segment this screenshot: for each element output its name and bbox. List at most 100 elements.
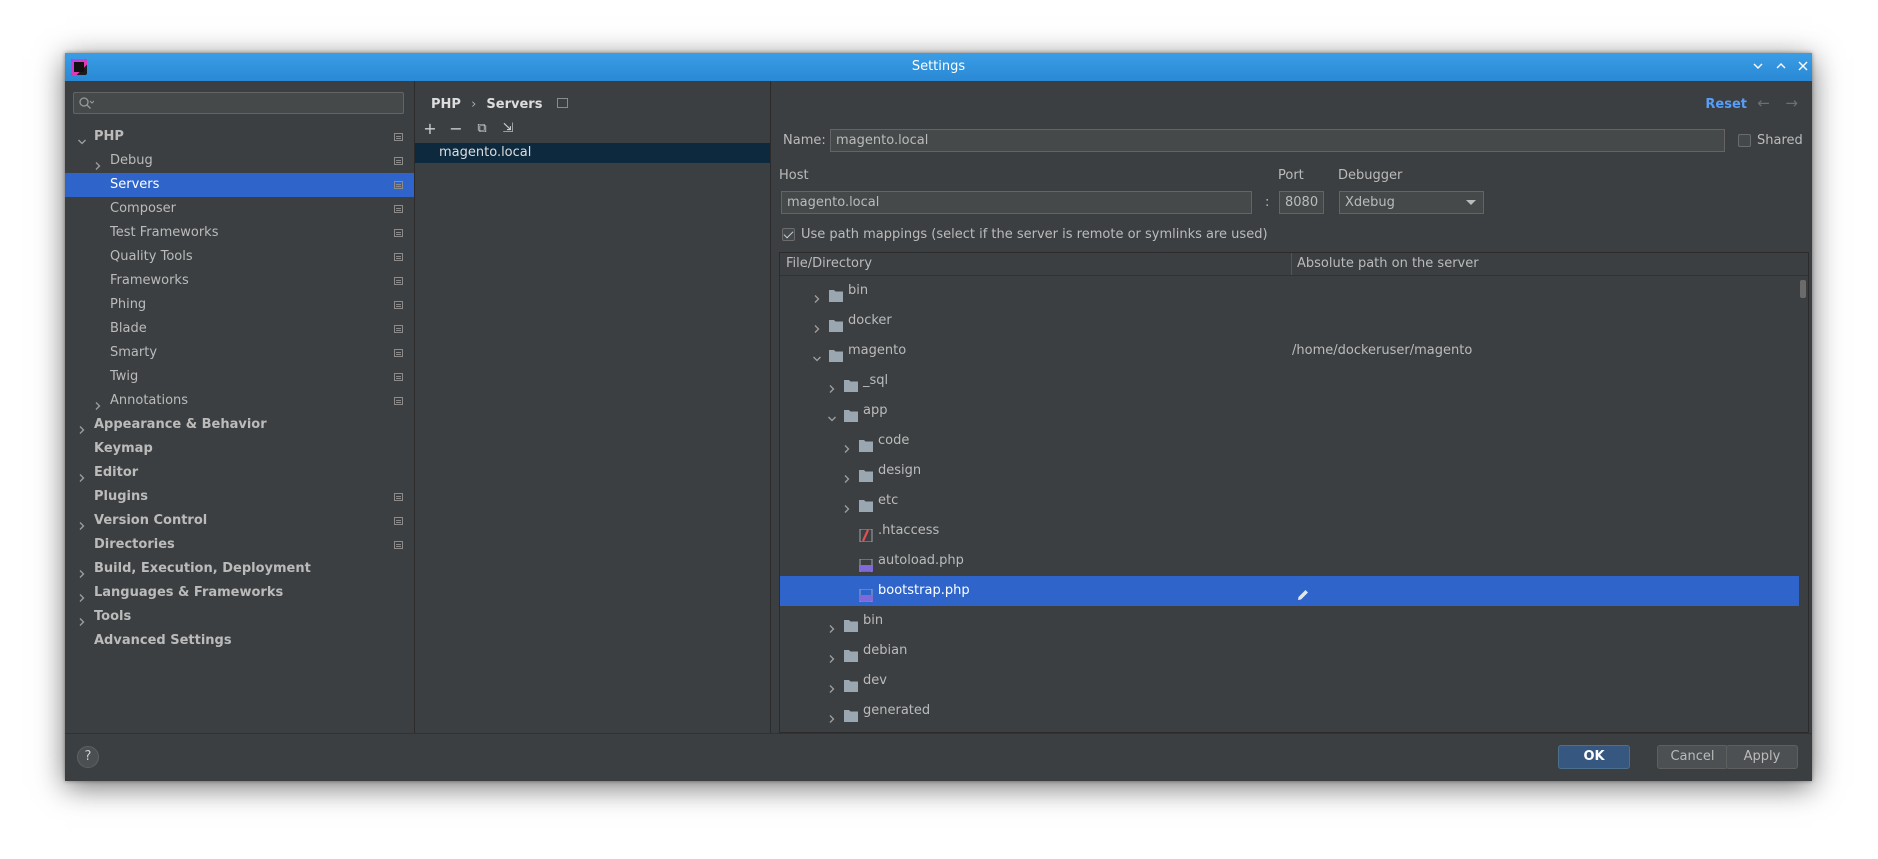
chevron-right-icon[interactable]: [77, 581, 89, 605]
column-header-path[interactable]: Absolute path on the server: [1297, 256, 1479, 271]
table-row[interactable]: _sql: [780, 366, 1802, 396]
remove-server-button[interactable]: −: [447, 120, 465, 138]
chevron-right-icon[interactable]: [827, 636, 839, 666]
sidebar-item-label: Keymap: [94, 441, 153, 456]
sidebar-item-servers[interactable]: Servers: [65, 173, 414, 197]
file-name: docker: [848, 313, 892, 328]
cancel-button[interactable]: Cancel: [1657, 745, 1728, 769]
apply-button[interactable]: Apply: [1726, 745, 1798, 769]
sidebar-item-label: Plugins: [94, 489, 148, 504]
server-path-cell[interactable]: /home/dockeruser/magento: [1292, 336, 1472, 366]
chevron-right-icon[interactable]: [77, 413, 89, 437]
table-row[interactable]: .htaccess: [780, 516, 1802, 546]
path-mappings-checkbox[interactable]: [782, 228, 795, 241]
sidebar-item-editor[interactable]: Editor: [65, 461, 414, 485]
chevron-right-icon[interactable]: [827, 606, 839, 636]
chevron-right-icon[interactable]: [93, 149, 105, 173]
import-server-button[interactable]: ⇲: [499, 120, 517, 138]
sidebar-item-label: Annotations: [110, 393, 189, 408]
table-row[interactable]: design: [780, 456, 1802, 486]
table-row[interactable]: generated: [780, 696, 1802, 726]
add-server-button[interactable]: +: [421, 120, 439, 138]
table-row[interactable]: etc: [780, 486, 1802, 516]
sidebar-item-blade[interactable]: Blade: [65, 317, 414, 341]
server-list-item[interactable]: magento.local: [415, 143, 770, 163]
sidebar-item-phing[interactable]: Phing: [65, 293, 414, 317]
sidebar-item-plugins[interactable]: Plugins: [65, 485, 414, 509]
table-row[interactable]: code: [780, 426, 1802, 456]
project-level-icon: [394, 517, 403, 525]
chevron-right-icon[interactable]: [77, 557, 89, 581]
sidebar-item-languages-frameworks[interactable]: Languages & Frameworks: [65, 581, 414, 605]
php-file-icon: [859, 584, 873, 603]
sidebar-item-twig[interactable]: Twig: [65, 365, 414, 389]
sidebar-item-directories[interactable]: Directories: [65, 533, 414, 557]
table-row[interactable]: bin: [780, 276, 1802, 306]
file-name: generated: [863, 703, 931, 718]
table-row[interactable]: bootstrap.php: [780, 576, 1802, 606]
forward-arrow-icon[interactable]: →: [1785, 94, 1798, 112]
minimize-icon[interactable]: [1748, 56, 1768, 78]
sidebar-item-composer[interactable]: Composer: [65, 197, 414, 221]
sidebar-item-quality-tools[interactable]: Quality Tools: [65, 245, 414, 269]
table-row[interactable]: dev: [780, 666, 1802, 696]
sidebar-item-test-frameworks[interactable]: Test Frameworks: [65, 221, 414, 245]
help-button[interactable]: ?: [77, 746, 99, 768]
chevron-right-icon[interactable]: [812, 276, 824, 306]
table-row[interactable]: debian: [780, 636, 1802, 666]
chevron-right-icon[interactable]: [827, 366, 839, 396]
maximize-icon[interactable]: [1771, 56, 1791, 78]
sidebar-item-advanced-settings[interactable]: Advanced Settings: [65, 629, 414, 653]
file-name: _sql: [863, 373, 889, 388]
chevron-right-icon[interactable]: [77, 605, 89, 629]
chevron-right-icon[interactable]: [827, 666, 839, 696]
sidebar-item-frameworks[interactable]: Frameworks: [65, 269, 414, 293]
copy-server-button[interactable]: ⧉: [473, 120, 491, 138]
table-row[interactable]: docker: [780, 306, 1802, 336]
sidebar-item-build-execution-deployment[interactable]: Build, Execution, Deployment: [65, 557, 414, 581]
sidebar-item-label: PHP: [94, 129, 124, 144]
sidebar-item-debug[interactable]: Debug: [65, 149, 414, 173]
table-row[interactable]: app: [780, 396, 1802, 426]
chevron-down-icon[interactable]: [827, 396, 839, 426]
scrollbar-thumb[interactable]: [1800, 280, 1806, 298]
name-field[interactable]: magento.local: [830, 129, 1725, 152]
shared-checkbox[interactable]: [1738, 134, 1751, 147]
file-name: debian: [863, 643, 908, 658]
chevron-right-icon[interactable]: [812, 306, 824, 336]
chevron-down-icon[interactable]: [812, 336, 824, 366]
chevron-right-icon[interactable]: [77, 509, 89, 533]
chevron-right-icon[interactable]: [77, 461, 89, 485]
back-arrow-icon[interactable]: ←: [1757, 94, 1770, 112]
folder-icon: [844, 674, 858, 692]
table-row[interactable]: magento/home/dockeruser/magento: [780, 336, 1802, 366]
file-name: bootstrap.php: [878, 583, 970, 598]
sidebar-item-annotations[interactable]: Annotations: [65, 389, 414, 413]
settings-search-input[interactable]: [73, 92, 404, 114]
sidebar-item-appearance-behavior[interactable]: Appearance & Behavior: [65, 413, 414, 437]
sidebar-item-keymap[interactable]: Keymap: [65, 437, 414, 461]
ok-button[interactable]: OK: [1558, 745, 1630, 769]
host-field[interactable]: magento.local: [781, 191, 1252, 214]
sidebar-item-smarty[interactable]: Smarty: [65, 341, 414, 365]
sidebar-item-tools[interactable]: Tools: [65, 605, 414, 629]
table-row[interactable]: bin: [780, 606, 1802, 636]
vertical-scrollbar[interactable]: [1799, 276, 1807, 732]
chevron-right-icon[interactable]: [827, 696, 839, 726]
port-field[interactable]: 8080: [1279, 191, 1324, 214]
chevron-down-icon[interactable]: [77, 125, 89, 149]
chevron-right-icon[interactable]: [93, 389, 105, 413]
sidebar-item-label: Appearance & Behavior: [94, 417, 267, 432]
debugger-select[interactable]: Xdebug: [1339, 191, 1484, 214]
reset-link[interactable]: Reset: [1705, 97, 1747, 112]
chevron-right-icon[interactable]: [842, 456, 854, 486]
column-header-file[interactable]: File/Directory: [786, 256, 872, 271]
chevron-right-icon[interactable]: [842, 426, 854, 456]
close-icon[interactable]: [1793, 56, 1812, 78]
table-row[interactable]: autoload.php: [780, 546, 1802, 576]
sidebar-item-version-control[interactable]: Version Control: [65, 509, 414, 533]
sidebar-item-php[interactable]: PHP: [65, 125, 414, 149]
breadcrumb-php[interactable]: PHP: [431, 97, 461, 112]
column-divider[interactable]: [1291, 253, 1292, 275]
chevron-right-icon[interactable]: [842, 486, 854, 516]
